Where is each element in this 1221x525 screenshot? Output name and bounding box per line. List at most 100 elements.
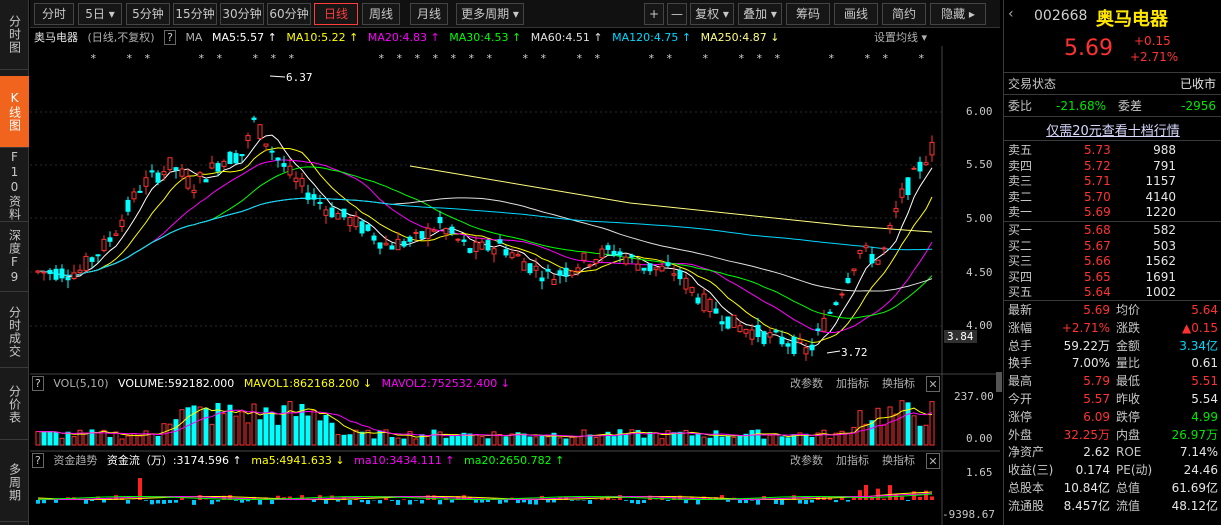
volume-bar (269, 412, 275, 446)
period-30min[interactable]: 30分钟 (220, 3, 264, 25)
candle-body (179, 168, 185, 177)
volume-add-button[interactable]: 加指标 (836, 376, 869, 392)
stat-value: 0.174 (1075, 463, 1110, 478)
volume-bar (71, 436, 77, 446)
signal-marker: * (666, 52, 673, 65)
volume-bar (623, 434, 629, 446)
flow-bar (216, 500, 220, 502)
overlay-button[interactable]: 叠加 ▾ (738, 3, 782, 25)
bids-row[interactable]: 买五 5.64 1002 (1004, 284, 1221, 300)
flow-bar (504, 500, 508, 503)
signal-marker: * (522, 52, 529, 65)
flow-bar (546, 500, 550, 503)
stat-value: 5.79 (1083, 374, 1110, 389)
stat-value: 8.457亿 (1063, 498, 1110, 513)
signal-marker: * (702, 52, 709, 65)
zoom-out-button[interactable]: — (667, 3, 687, 25)
flow-swap-button[interactable]: 换指标 (882, 453, 915, 469)
tab-f10[interactable]: F10资料 (0, 150, 29, 222)
asks-row[interactable]: 卖四 5.72 791 (1004, 158, 1221, 174)
flow-ma20-value: ma20:2650.782 ↑ (463, 454, 565, 467)
candle-body (275, 157, 281, 161)
stock-title: 奥马电器 (1096, 9, 1168, 30)
volume-close-icon[interactable]: ✕ (926, 376, 940, 392)
bids-price: 5.67 (1084, 238, 1111, 253)
flow-help-icon[interactable]: ? (32, 453, 44, 468)
tab-multi-period[interactable]: 多周期 (0, 444, 29, 522)
signal-marker: * (450, 52, 457, 65)
chips-button[interactable]: 筹码 (786, 3, 830, 25)
flow-bar (144, 500, 148, 501)
flow-bar (888, 485, 892, 500)
flow-bar (150, 500, 154, 505)
candle-body (611, 250, 617, 256)
simple-mode-button[interactable]: 简约 (882, 3, 926, 25)
kline-chart[interactable]: * * * * * * * * * * * * * * * * * * * * * * * * * * * * * 6.37 3.72 (30, 28, 1000, 525)
flow-bar (834, 500, 838, 503)
period-60min[interactable]: 60分钟 (267, 3, 311, 25)
stat-label: 流通股 (1008, 498, 1045, 513)
tab-kline[interactable]: K线图 (0, 76, 29, 148)
flow-bar (474, 500, 478, 503)
ma10-line (37, 147, 933, 344)
flow-bar (882, 498, 886, 500)
period-5min[interactable]: 5分钟 (126, 3, 170, 25)
signal-marker: * (126, 52, 133, 65)
stat-label: 最低 (1116, 374, 1141, 389)
period-daily[interactable]: 日线 (314, 3, 358, 25)
weicha-label: 委差 (1118, 99, 1143, 113)
period-more[interactable]: 更多周期 ▾ (456, 3, 524, 25)
tab-depth[interactable]: 深度F9 (0, 222, 29, 292)
flow-bar (246, 500, 250, 502)
asks-row[interactable]: 卖二 5.70 4140 (1004, 189, 1221, 205)
candle-body (815, 328, 821, 332)
tab-intraday[interactable]: 分时图 (0, 0, 29, 70)
bids-row[interactable]: 买一 5.68 582 (1004, 222, 1221, 238)
volume-bar (767, 434, 773, 446)
flow-close-icon[interactable]: ✕ (926, 453, 940, 469)
stat-row: 总股本 10.84亿 总值 61.69亿 (1004, 480, 1221, 496)
candle-body (347, 216, 353, 227)
asks-row[interactable]: 卖五 5.73 988 (1004, 142, 1221, 158)
flow-bar (588, 500, 592, 504)
zoom-in-button[interactable]: + (644, 3, 664, 25)
volume-bar (257, 419, 263, 446)
panel-collapse-handle[interactable] (996, 372, 1002, 392)
volume-swap-button[interactable]: 换指标 (882, 376, 915, 392)
period-15min[interactable]: 15分钟 (173, 3, 217, 25)
candle-body (203, 179, 209, 183)
volume-bar (713, 430, 719, 446)
tab-trades[interactable]: 分时成交 (0, 296, 29, 368)
candle-body (77, 269, 83, 273)
candle-body (743, 328, 749, 334)
bids-row[interactable]: 买四 5.65 1691 (1004, 269, 1221, 285)
tab-price-table[interactable]: 分价表 (0, 370, 29, 440)
asks-volume: 1220 (1145, 205, 1176, 219)
volume-help-icon[interactable]: ? (32, 376, 44, 391)
asks-row[interactable]: 卖一 5.69 1220 (1004, 204, 1221, 220)
flow-bar (360, 500, 364, 503)
adjust-button[interactable]: 复权 ▾ (690, 3, 734, 25)
volume-bar (431, 429, 437, 446)
bids-row[interactable]: 买三 5.66 1562 (1004, 253, 1221, 269)
volume-params-button[interactable]: 改参数 (790, 376, 823, 392)
asks-row[interactable]: 卖三 5.71 1157 (1004, 173, 1221, 189)
volume-ytick-max: 237.00 (954, 390, 994, 403)
flow-add-button[interactable]: 加指标 (836, 453, 869, 469)
candle-body (791, 336, 797, 355)
volume-bar (245, 422, 251, 446)
candle-body (437, 216, 443, 224)
ten-level-link[interactable]: 仅需20元查看十档行情 (1004, 120, 1221, 139)
chevron-left-icon[interactable]: ‹ (1008, 6, 1020, 22)
hide-button[interactable]: 隐藏 ▸ (930, 3, 986, 25)
stat-label: 收益(三) (1008, 463, 1054, 478)
flow-bar (396, 500, 400, 505)
draw-line-button[interactable]: 画线 (834, 3, 878, 25)
period-5day[interactable]: 5日 ▾ (78, 3, 122, 25)
candle-body (647, 263, 653, 272)
flow-params-button[interactable]: 改参数 (790, 453, 823, 469)
period-weekly[interactable]: 周线 (362, 3, 400, 25)
bids-row[interactable]: 买二 5.67 503 (1004, 238, 1221, 254)
period-monthly[interactable]: 月线 (410, 3, 448, 25)
period-intraday[interactable]: 分时 (34, 3, 74, 25)
